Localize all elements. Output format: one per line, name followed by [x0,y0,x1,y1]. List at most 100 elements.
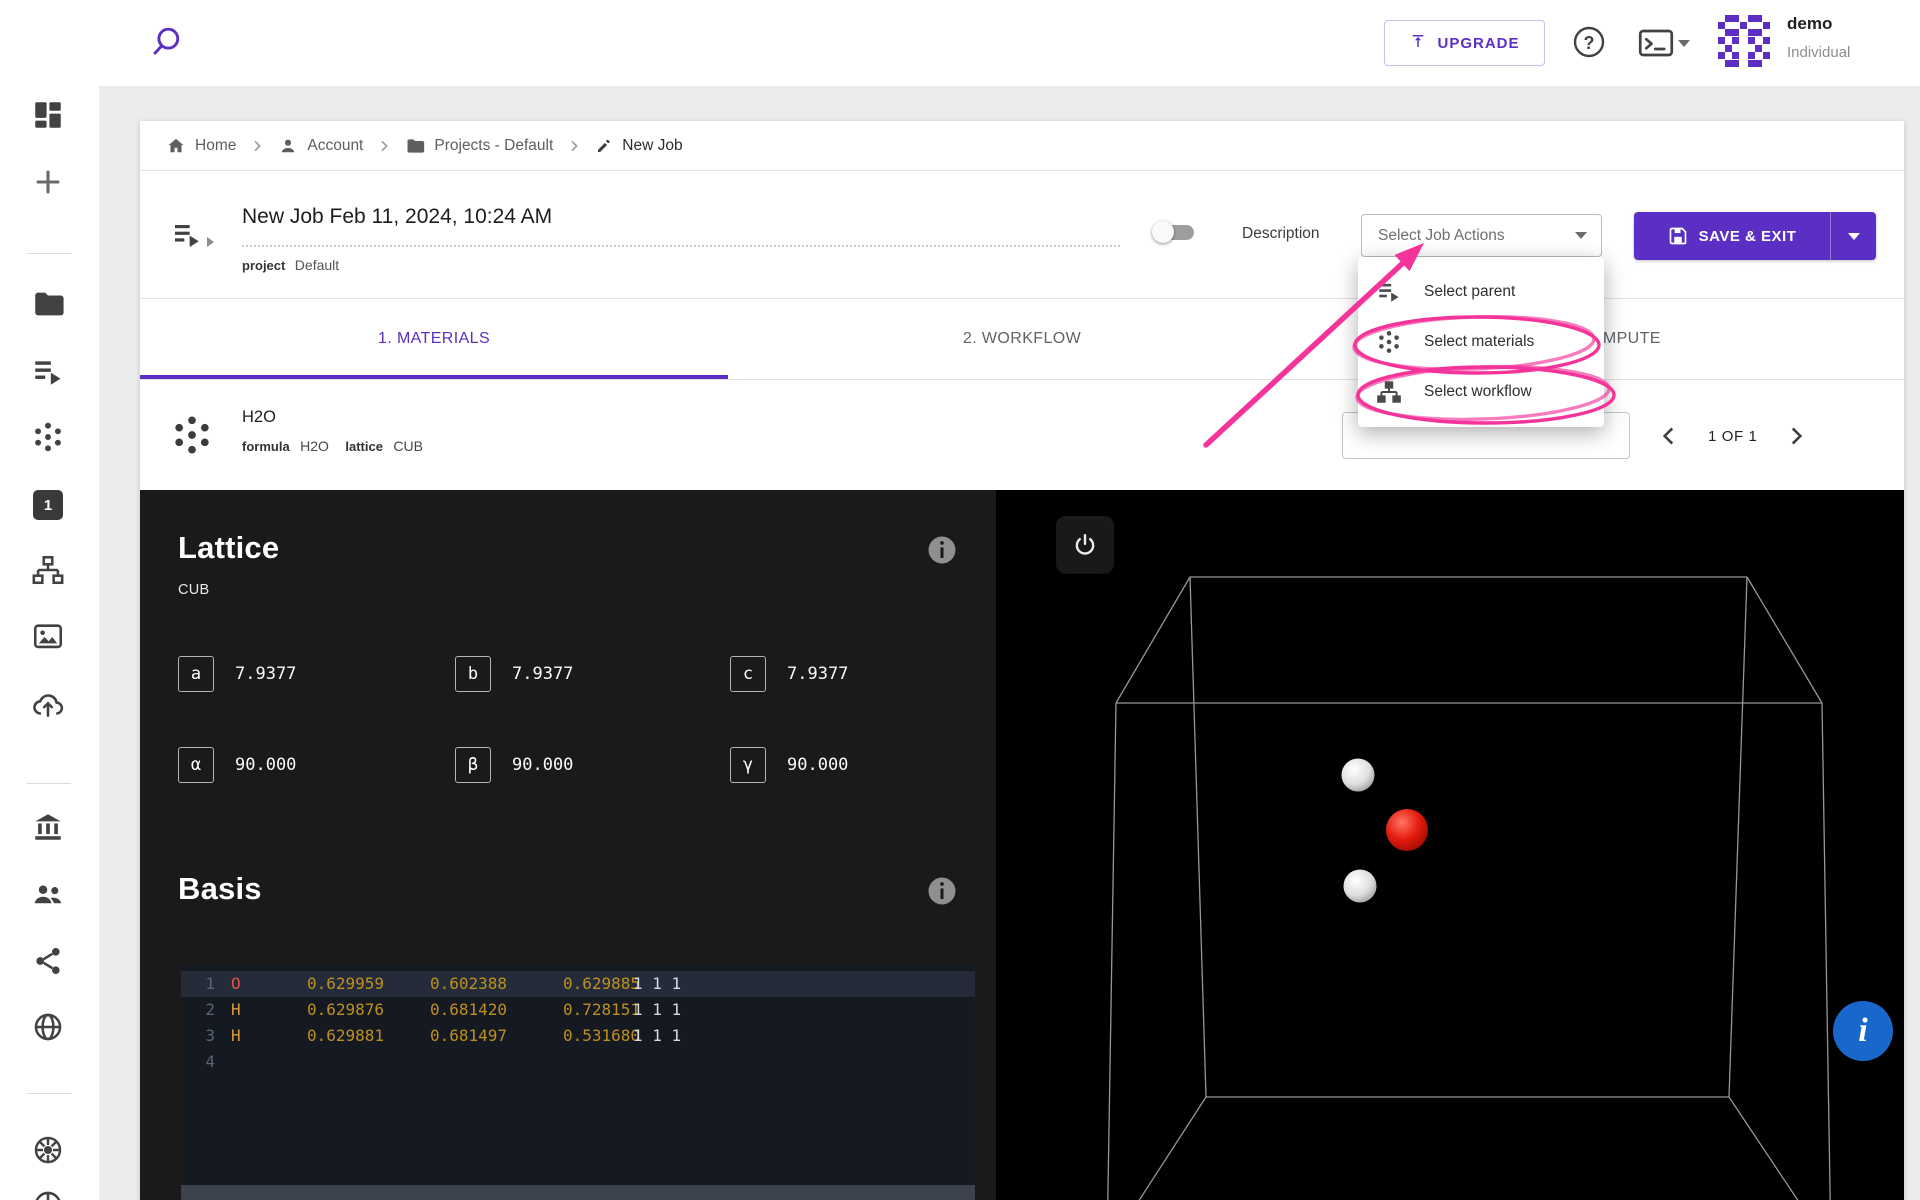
lattice-param-c[interactable]: c 7.9377 [730,656,848,692]
breadcrumb-projects[interactable]: Projects - Default [405,136,553,156]
organization-icon[interactable] [31,810,65,844]
bottom-partial-icon[interactable] [31,1188,65,1200]
breadcrumb-account[interactable]: Account [278,136,363,156]
person-icon [282,139,295,152]
select-job-actions-button[interactable]: Select Job Actions [1361,214,1602,257]
workflow-icon [1377,381,1401,403]
jobs-list-icon[interactable] [31,355,65,389]
oxygen-atom[interactable] [1386,809,1428,851]
dashboard-icon[interactable] [31,98,65,132]
breadcrumb: Home Account Projects - Default New Job [140,121,1904,171]
avatar[interactable] [1717,14,1771,68]
breadcrumb-home[interactable]: Home [166,136,236,156]
topbar: UPGRADE ? demo Individual [0,0,1920,86]
active-tab-underline [140,375,728,379]
basis-title: Basis [178,871,262,906]
edit-pencil-icon [598,139,611,152]
basis-line[interactable]: 2 H 0.629876 0.681420 0.728151 1 1 1 [181,997,975,1023]
user-name[interactable]: demo [1787,14,1832,34]
sidebar-divider [27,783,71,784]
job-title[interactable]: New Job Feb 11, 2024, 10:24 AM [242,205,552,229]
lattice-cube-wireframe [1107,576,1831,1200]
menu-item-select-workflow[interactable]: Select workflow [1358,367,1604,417]
save-exit-button[interactable]: SAVE & EXIT [1634,212,1876,260]
next-material-button[interactable] [1779,419,1813,453]
save-dropdown-button[interactable] [1830,212,1876,260]
materials-dots-icon[interactable] [31,420,65,454]
user-type: Individual [1787,44,1851,61]
basis-line[interactable]: 4 [181,1049,975,1075]
basis-editor[interactable]: 1 O 0.629959 0.602388 0.629885 1 1 1 2 H… [181,965,975,1200]
description-toggle[interactable] [1152,221,1194,243]
power-button[interactable] [1057,517,1113,573]
lattice-param-gamma[interactable]: γ 90.000 [730,747,848,783]
description-label: Description [1242,225,1320,242]
formula-label: formula [242,439,290,454]
info-fab-icon: i [1858,1012,1868,1049]
wheel-icon[interactable] [31,1133,65,1167]
chevron-left-icon [1662,427,1674,445]
basis-line[interactable]: 1 O 0.629959 0.602388 0.629885 1 1 1 [181,971,975,997]
menu-item-select-materials[interactable]: Select materials [1358,317,1604,367]
job-actions-menu: Select parent Select materials Select wo… [1358,257,1604,427]
breadcrumb-new-job[interactable]: New Job [595,137,683,155]
sidebar-divider [27,1093,71,1094]
lattice-label: lattice [345,439,383,454]
lattice-param-a[interactable]: a 7.9377 [178,656,296,692]
sidebar-divider [27,253,71,254]
workflows-icon[interactable] [31,553,65,587]
console-caret-icon [1678,39,1690,47]
hydrogen-atom[interactable] [1341,758,1375,792]
globe-icon[interactable] [31,1010,65,1044]
project-value: Default [294,257,340,273]
main-card: Home Account Projects - Default New Job … [140,121,1904,1200]
material-pager: 1 OF 1 [1652,416,1813,456]
hydrogen-atom[interactable] [1343,869,1377,903]
toggle-thumb [1152,221,1174,243]
material-bar: H2O formula H2O lattice CUB 1 OF 1 [140,380,1904,490]
viewer-info-fab[interactable]: i [1833,1001,1893,1061]
one-badge-icon[interactable]: 1 [33,490,63,520]
tab-materials[interactable]: 1. MATERIALS [140,299,728,379]
projects-folder-icon[interactable] [31,287,65,321]
add-icon[interactable] [31,165,65,199]
lattice-info-icon[interactable] [924,532,960,568]
materials-dots-icon [1379,331,1399,353]
lattice-param-b[interactable]: b 7.9377 [455,656,573,692]
editor-scrollbar[interactable] [181,1185,975,1200]
share-icon[interactable] [31,944,65,978]
lattice-param-alpha[interactable]: α 90.000 [178,747,296,783]
viewer-panel[interactable]: i [996,490,1904,1200]
chevron-right-icon [254,140,262,151]
tab-workflow[interactable]: 2. WORKFLOW [728,299,1316,379]
upgrade-button[interactable]: UPGRADE [1384,20,1545,66]
power-icon [1075,534,1095,555]
menu-item-select-parent[interactable]: Select parent [1358,267,1604,317]
teams-icon[interactable] [31,877,65,911]
chevron-down-icon [1847,232,1860,240]
save-icon [1669,227,1686,245]
cloud-upload-icon[interactable] [31,688,65,722]
chevron-right-icon [1792,427,1803,445]
upgrade-label: UPGRADE [1437,34,1520,52]
job-type-icon[interactable] [171,219,203,251]
console-icon[interactable] [1638,26,1694,60]
basis-info-icon[interactable] [924,873,960,909]
lattice-type: CUB [178,582,210,598]
pagination-label: 1 OF 1 [1708,427,1758,445]
material-meta: formula H2O lattice CUB [242,438,435,456]
save-exit-label: SAVE & EXIT [1698,227,1797,245]
home-icon [168,138,184,152]
svg-text:?: ? [1584,33,1595,53]
previous-material-button[interactable] [1652,419,1686,453]
basis-line[interactable]: 3 H 0.629881 0.681497 0.531680 1 1 1 [181,1023,975,1049]
gallery-icon[interactable] [31,620,65,654]
lattice-title: Lattice [178,530,280,565]
help-icon[interactable]: ? [1570,23,1608,61]
formula-value: H2O [300,438,329,454]
search-icon[interactable] [150,22,190,62]
upgrade-icon [1409,32,1427,54]
chevron-right-icon [571,140,579,151]
lattice-param-beta[interactable]: β 90.000 [455,747,573,783]
lattice-panel: Lattice CUB a 7.9377 b 7.9377 c 7.9377 α… [140,490,996,1200]
